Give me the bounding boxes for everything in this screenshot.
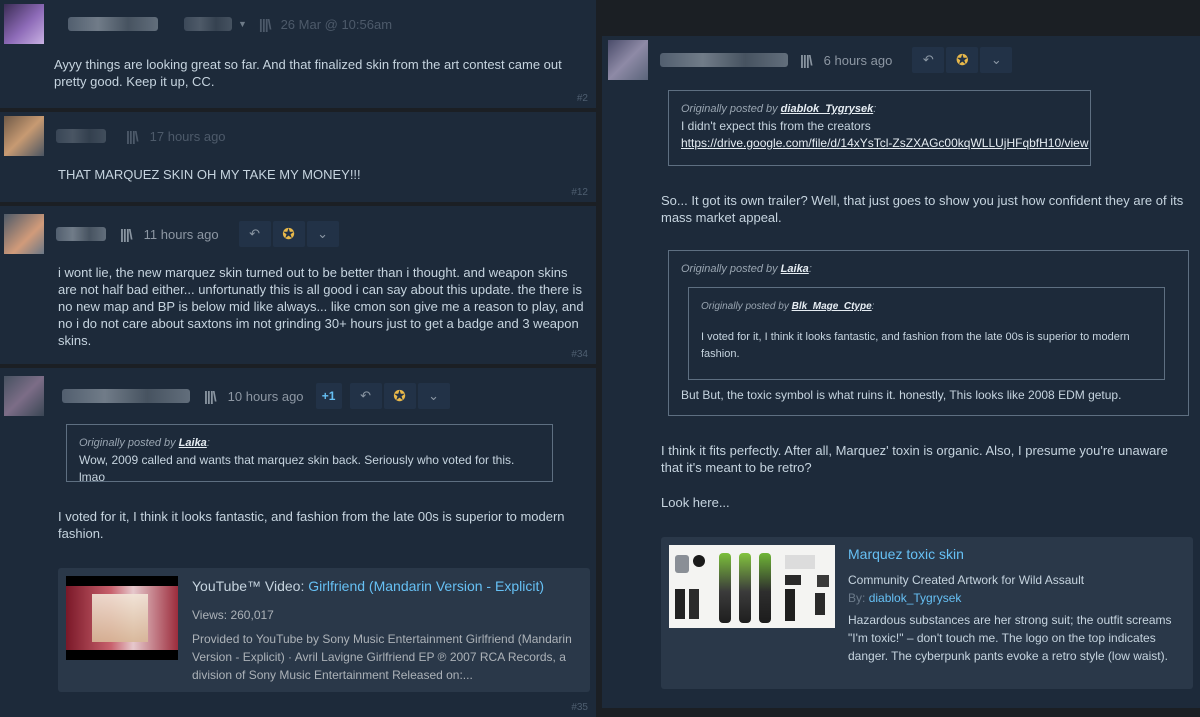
post-body: I voted for it, I think it looks fantast… [58,509,565,541]
artwork-embed[interactable]: Marquez toxic skin Community Created Art… [661,537,1193,689]
award-icon: ✪ [282,226,295,243]
post-header: |||\ 11 hours ago ↶ ✪ ⌄ [4,214,339,254]
post-timestamp: 11 hours ago [143,226,219,242]
reply-icon: ↶ [360,388,371,403]
library-icon: |||\ [126,128,139,144]
video-title-link[interactable]: Girlfriend (Mandarin Version - Explicit) [308,578,544,594]
chevron-down-icon: ⌄ [428,388,439,403]
quote-block: Originally posted by Laika: Wow, 2009 ca… [66,424,553,484]
chevron-down-icon[interactable]: ▼ [238,19,247,29]
nested-quote-attribution: Originally posted by Blk_Mage_Ctype: [701,301,875,312]
quote-block: Originally posted by Laika: Originally p… [668,250,1189,416]
nested-quote-text: I voted for it, I think it looks fantast… [701,331,1130,360]
avatar[interactable] [4,214,44,254]
video-header: YouTube™ Video: Girlfriend (Mandarin Ver… [192,578,544,594]
more-options-button[interactable]: ⌄ [980,47,1013,73]
video-thumbnail[interactable] [66,576,178,660]
post-header: ▼ |||\ 26 Mar @ 10:56am [4,4,392,44]
artwork-author-link[interactable]: diablok_Tygrysek [869,591,962,605]
post-number[interactable]: #34 [571,349,588,360]
by-prefix: By: [848,591,866,605]
comment-post: |||\ 11 hours ago ↶ ✪ ⌄ i wont lie, the … [0,206,596,364]
username-blurred-2 [184,17,232,31]
quote-attribution: Originally posted by diablok_Tygrysek: [681,103,877,115]
avatar[interactable] [4,4,44,44]
nested-quote-block: Originally posted by Blk_Mage_Ctype: I v… [688,287,1165,380]
post-paragraph: I think it fits perfectly. After all, Ma… [661,443,1168,475]
vote-badge-label: +1 [321,389,336,403]
post-body: i wont lie, the new marquez skin turned … [58,265,584,348]
username-blurred[interactable] [56,227,106,241]
post-header: |||\ 17 hours ago [4,116,226,156]
post-timestamp: 6 hours ago [823,52,893,68]
library-icon: |||\ [120,226,133,242]
award-icon: ✪ [393,388,406,405]
more-options-button[interactable]: ⌄ [306,221,339,247]
nested-quote-author-link[interactable]: Blk_Mage_Ctype [792,301,872,312]
quote-prefix: Originally posted by [79,437,176,449]
reply-button[interactable]: ↶ [349,383,382,409]
vote-badge[interactable]: +1 [315,383,342,409]
post-paragraph: Look here... [661,495,730,510]
post-header: |||\ 10 hours ago +1 ↶ ✪ ⌄ [4,376,450,416]
quote-block: Originally posted by diablok_Tygrysek: I… [668,90,1091,166]
quote-prefix: Originally posted by [681,263,778,275]
nested-quote-prefix: Originally posted by [701,301,789,312]
post-timestamp: 10 hours ago [227,388,304,404]
post-number[interactable]: #2 [577,93,588,104]
reply-icon: ↶ [249,226,261,241]
youtube-embed[interactable]: YouTube™ Video: Girlfriend (Mandarin Ver… [58,568,590,692]
video-source: YouTube™ Video: [192,578,305,594]
username-blurred[interactable] [62,389,190,403]
post-body: Ayyy things are looking great so far. An… [54,57,562,89]
artwork-thumbnail[interactable] [669,545,835,628]
quote-prefix: Originally posted by [681,103,778,115]
username-blurred[interactable] [56,129,106,143]
comment-post: |||\ 6 hours ago ↶ ✪ ⌄ Originally posted… [602,36,1200,708]
artwork-description: Hazardous substances are her strong suit… [848,613,1172,663]
avatar[interactable] [608,40,648,80]
award-button[interactable]: ✪ [272,221,305,247]
reply-icon: ↶ [922,52,934,67]
comment-post: |||\ 10 hours ago +1 ↶ ✪ ⌄ Originally po… [0,368,596,717]
post-timestamp: 26 Mar @ 10:56am [280,16,393,32]
quote-attribution: Originally posted by Laika: [681,263,812,275]
drive-link[interactable]: https://drive.google.com/file/d/14xYsTcl… [681,135,1089,152]
quote-text: I didn't expect this from the creators [681,119,871,133]
award-icon: ✪ [956,52,969,69]
artwork-title-link[interactable]: Marquez toxic skin [848,546,964,562]
quote-author-link[interactable]: diablok_Tygrysek [781,103,874,115]
artwork-by-line: By: diablok_Tygrysek [848,591,961,605]
chevron-down-icon: ⌄ [990,52,1002,67]
avatar[interactable] [4,376,44,416]
post-paragraph: So... It got its own trailer? Well, that… [661,193,1184,225]
video-description: Provided to YouTube by Sony Music Entert… [192,632,572,682]
more-options-button[interactable]: ⌄ [417,383,450,409]
reply-button[interactable]: ↶ [912,47,945,73]
post-header: |||\ 6 hours ago ↶ ✪ ⌄ [608,40,1013,80]
avatar[interactable] [4,116,44,156]
quote-text: Wow, 2009 called and wants that marquez … [79,453,515,484]
comment-post: |||\ 17 hours ago THAT MARQUEZ SKIN OH M… [0,112,596,202]
username-blurred[interactable] [660,53,788,67]
post-timestamp: 17 hours ago [149,128,226,144]
post-number[interactable]: #12 [571,187,588,198]
reply-button[interactable]: ↶ [238,221,271,247]
username-blurred[interactable] [68,17,158,31]
chevron-down-icon: ⌄ [317,226,329,241]
library-icon: |||\ [258,16,272,32]
post-body: THAT MARQUEZ SKIN OH MY TAKE MY MONEY!!! [58,167,361,182]
library-icon: |||\ [800,52,813,68]
award-button[interactable]: ✪ [946,47,979,73]
post-number[interactable]: #35 [571,702,588,713]
video-views: Views: 260,017 [192,608,274,622]
award-button[interactable]: ✪ [383,383,416,409]
quote-attribution: Originally posted by Laika: [79,437,210,449]
library-icon: |||\ [204,388,217,404]
quote-text: But But, the toxic symbol is what ruins … [681,388,1122,402]
artwork-subtitle: Community Created Artwork for Wild Assau… [848,573,1085,587]
comment-post: ▼ |||\ 26 Mar @ 10:56am Ayyy things are … [0,0,596,108]
quote-author-link[interactable]: Laika [179,437,207,449]
quote-author-link[interactable]: Laika [781,263,809,275]
